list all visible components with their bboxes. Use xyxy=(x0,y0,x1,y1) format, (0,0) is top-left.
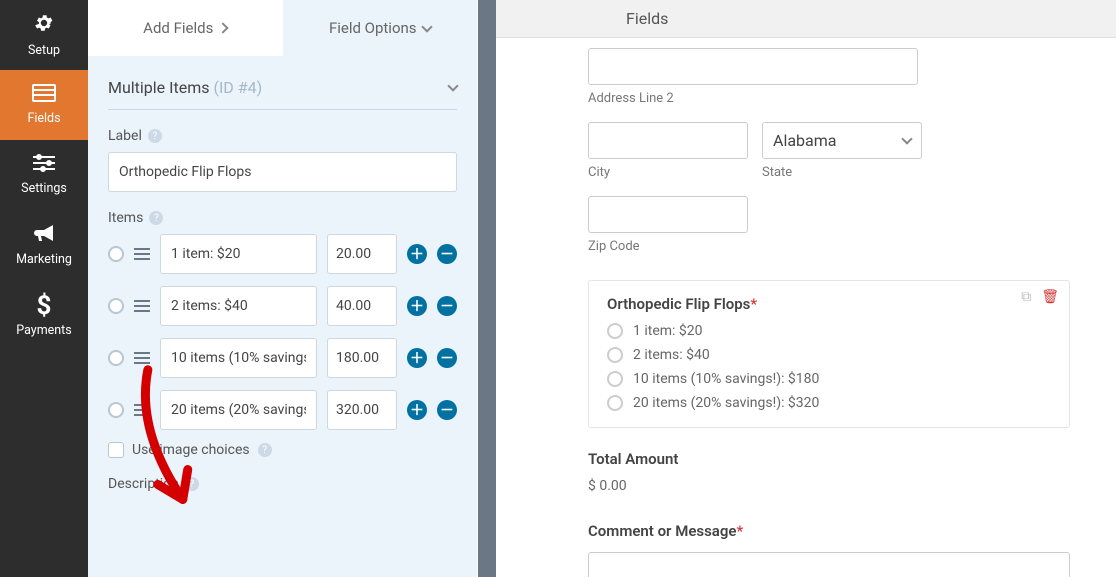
top-bar: Fields xyxy=(496,0,1116,38)
image-choices-checkbox[interactable] xyxy=(108,442,124,458)
option-radio[interactable] xyxy=(607,347,623,363)
field-options-panel: Add Fields Field Options Multiple Items … xyxy=(88,0,478,577)
tab-label: Field Options xyxy=(329,19,417,37)
item-name-input[interactable] xyxy=(160,338,317,378)
remove-item-button[interactable]: － xyxy=(437,296,457,316)
help-icon[interactable]: ? xyxy=(258,443,272,457)
chevron-down-icon xyxy=(421,21,432,32)
nav-label: Fields xyxy=(27,111,60,126)
nav-label: Settings xyxy=(21,181,67,196)
option-label: 2 items: $40 xyxy=(633,347,710,363)
nav-label: Setup xyxy=(28,43,60,58)
option-label: 1 item: $20 xyxy=(633,323,703,339)
item-row: ＋ － xyxy=(108,286,457,326)
option-radio[interactable] xyxy=(607,323,623,339)
sliders-icon xyxy=(33,154,55,177)
default-radio[interactable] xyxy=(108,350,124,366)
bullhorn-icon xyxy=(33,223,55,248)
panel-id: (ID #4) xyxy=(213,78,262,97)
help-icon[interactable]: ? xyxy=(149,211,163,225)
left-nav: Setup Fields Settings Marketing $ Paymen… xyxy=(0,0,88,577)
tab-add-fields[interactable]: Add Fields xyxy=(88,0,283,56)
tab-label: Add Fields xyxy=(143,19,213,37)
help-icon[interactable]: ? xyxy=(185,477,199,491)
label-input[interactable] xyxy=(108,152,457,192)
help-icon[interactable]: ? xyxy=(148,129,162,143)
required-marker: * xyxy=(750,295,757,313)
add-item-button[interactable]: ＋ xyxy=(407,296,427,316)
nav-fields[interactable]: Fields xyxy=(0,70,88,140)
option-radio[interactable] xyxy=(607,395,623,411)
drag-handle-icon[interactable] xyxy=(134,352,150,364)
option-label: 20 items (20% savings!): $320 xyxy=(633,395,819,411)
add-item-button[interactable]: ＋ xyxy=(407,400,427,420)
total-amount-label: Total Amount xyxy=(588,450,1070,468)
panel-splitter[interactable] xyxy=(478,0,496,577)
remove-item-button[interactable]: － xyxy=(437,400,457,420)
chevron-right-icon xyxy=(218,22,229,33)
chevron-down-icon xyxy=(901,133,912,144)
option-radio[interactable] xyxy=(607,371,623,387)
nav-settings[interactable]: Settings xyxy=(0,140,88,210)
zip-label: Zip Code xyxy=(588,239,748,254)
nav-marketing[interactable]: Marketing xyxy=(0,210,88,280)
remove-item-button[interactable]: － xyxy=(437,348,457,368)
delete-icon[interactable]: 🗑 xyxy=(1041,289,1059,305)
address-line-2-input[interactable] xyxy=(588,48,918,85)
item-name-input[interactable] xyxy=(160,286,317,326)
item-name-input[interactable] xyxy=(160,234,317,274)
item-price-input[interactable] xyxy=(327,234,397,274)
nav-setup[interactable]: Setup xyxy=(0,0,88,70)
chevron-down-icon xyxy=(447,80,458,91)
fields-icon xyxy=(32,84,56,107)
item-price-input[interactable] xyxy=(327,390,397,430)
tab-field-options[interactable]: Field Options xyxy=(283,0,478,56)
address-line-2-label: Address Line 2 xyxy=(588,91,918,106)
form-preview: Address Line 2 City Alabama State xyxy=(496,38,1116,577)
drag-handle-icon[interactable] xyxy=(134,248,150,260)
add-item-button[interactable]: ＋ xyxy=(407,244,427,264)
items-heading: Items xyxy=(108,210,143,226)
state-value: Alabama xyxy=(773,131,836,150)
description-heading: Description xyxy=(108,476,179,492)
zip-input[interactable] xyxy=(588,196,748,233)
field-title: Orthopedic Flip Flops xyxy=(607,295,750,313)
gear-icon xyxy=(33,12,55,39)
image-choices-label: Use image choices xyxy=(132,442,250,458)
item-price-input[interactable] xyxy=(327,286,397,326)
label-heading: Label xyxy=(108,128,142,144)
preview-field-block[interactable]: ⧉ 🗑 Orthopedic Flip Flops* 1 item: $20 2… xyxy=(588,280,1070,428)
panel-title: Multiple Items xyxy=(108,78,210,97)
remove-item-button[interactable]: － xyxy=(437,244,457,264)
item-row: ＋ － xyxy=(108,390,457,430)
state-label: State xyxy=(762,165,922,180)
default-radio[interactable] xyxy=(108,402,124,418)
item-row: ＋ － xyxy=(108,234,457,274)
required-marker: * xyxy=(736,522,743,540)
total-amount-value: $ 0.00 xyxy=(588,478,1070,494)
page-title: Fields xyxy=(626,9,668,28)
default-radio[interactable] xyxy=(108,298,124,314)
item-name-input[interactable] xyxy=(160,390,317,430)
nav-payments[interactable]: $ Payments xyxy=(0,280,88,350)
default-radio[interactable] xyxy=(108,246,124,262)
panel-header[interactable]: Multiple Items (ID #4) xyxy=(108,56,457,109)
add-item-button[interactable]: ＋ xyxy=(407,348,427,368)
nav-label: Marketing xyxy=(16,252,72,267)
item-row: ＋ － xyxy=(108,338,457,378)
drag-handle-icon[interactable] xyxy=(134,300,150,312)
city-label: City xyxy=(588,165,748,180)
dollar-icon: $ xyxy=(37,293,52,319)
option-label: 10 items (10% savings!): $180 xyxy=(633,371,819,387)
item-price-input[interactable] xyxy=(327,338,397,378)
comment-textarea[interactable] xyxy=(588,552,1070,577)
comment-label: Comment or Message xyxy=(588,522,736,540)
city-input[interactable] xyxy=(588,122,748,159)
nav-label: Payments xyxy=(16,323,71,338)
drag-handle-icon[interactable] xyxy=(134,404,150,416)
state-select[interactable]: Alabama xyxy=(762,122,922,159)
duplicate-icon[interactable]: ⧉ xyxy=(1021,289,1031,305)
